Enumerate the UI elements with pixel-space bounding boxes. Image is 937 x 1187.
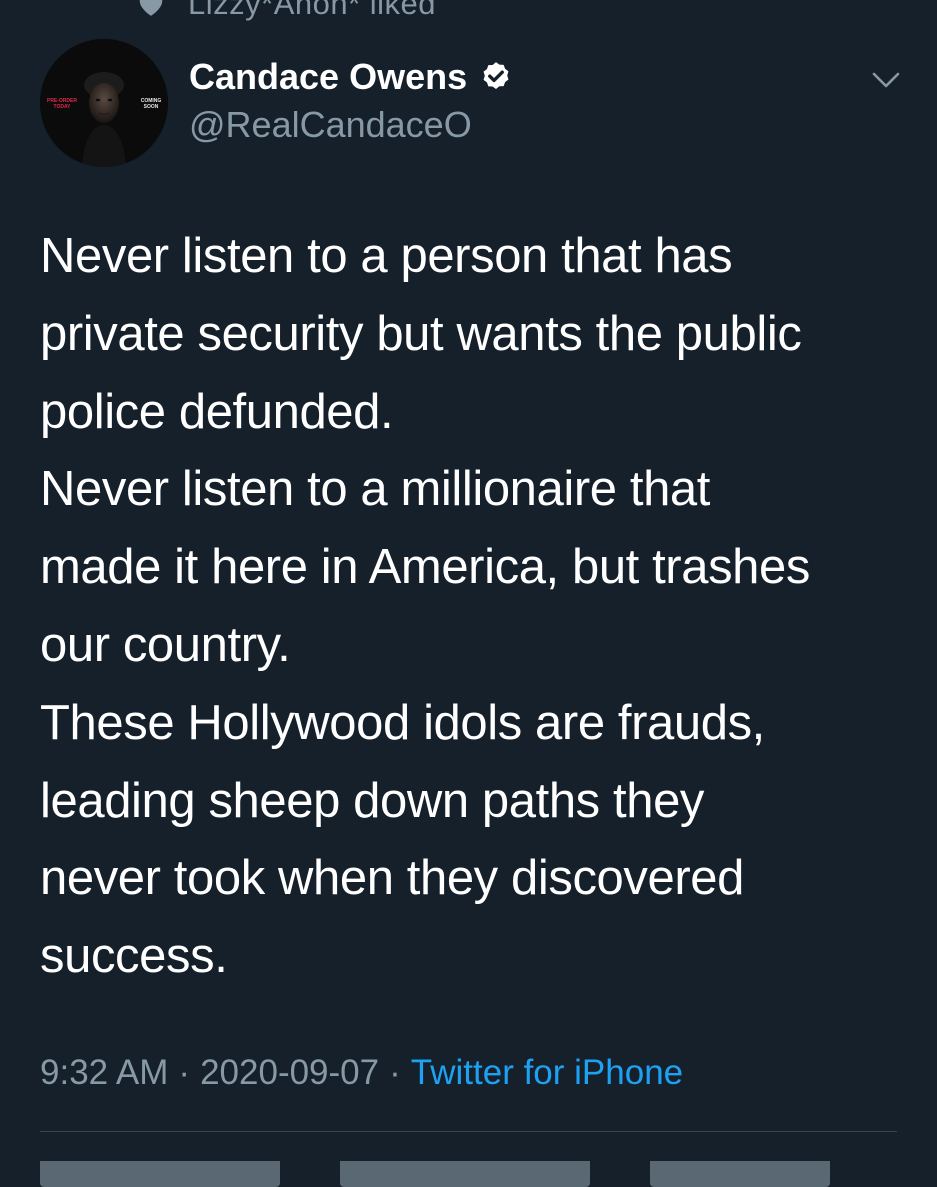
- avatar[interactable]: PRE-ORDER TODAY COMING SOON: [40, 39, 168, 167]
- stat-quote-tweets-cutoff: [340, 1147, 590, 1187]
- author-handle[interactable]: @RealCandaceO: [189, 104, 472, 146]
- tweet-meta: 9:32 AM · 2020-09-07 · Twitter for iPhone: [40, 1053, 683, 1093]
- display-name[interactable]: Candace Owens: [189, 56, 467, 98]
- divider: [40, 1131, 897, 1132]
- tweet-line: These Hollywood idols are frauds,: [40, 695, 765, 750]
- meta-separator: ·: [178, 1053, 191, 1092]
- stat-retweets-cutoff: [40, 1147, 280, 1187]
- tweet-source-link[interactable]: Twitter for iPhone: [411, 1053, 683, 1092]
- tweet-line: police defunded.: [40, 384, 394, 439]
- author-name-row[interactable]: Candace Owens: [189, 56, 513, 98]
- social-context-text: Lizzy*Anon* liked: [188, 0, 437, 21]
- tweet-line: Never listen to a person that has: [40, 229, 733, 283]
- heart-icon: [136, 0, 166, 19]
- avatar-text-right-2: SOON: [144, 104, 159, 110]
- tweet-time: 9:32 AM: [40, 1053, 169, 1092]
- social-context: Lizzy*Anon* liked: [136, 0, 436, 24]
- tweet-date: 2020-09-07: [200, 1053, 380, 1092]
- tweet-line: Never listen to a millionaire that: [40, 462, 710, 517]
- tweet-line: success.: [40, 929, 228, 984]
- tweet-line: our country.: [40, 617, 291, 672]
- chevron-down-icon[interactable]: [866, 60, 906, 100]
- avatar-text-left-2: TODAY: [54, 104, 72, 110]
- verified-badge-icon: [479, 60, 513, 94]
- tweet-line: made it here in America, but trashes: [40, 540, 810, 595]
- tweet-line: private security but wants the public: [40, 306, 802, 361]
- tweet-line: leading sheep down paths they: [40, 773, 705, 828]
- tweet-text: Never listen to a person that has privat…: [40, 218, 920, 996]
- stat-likes-cutoff: [650, 1147, 830, 1187]
- tweet-line: never took when they discovered: [40, 851, 744, 906]
- tweet-stats-cutoff: [40, 1147, 830, 1187]
- meta-separator: ·: [389, 1053, 401, 1092]
